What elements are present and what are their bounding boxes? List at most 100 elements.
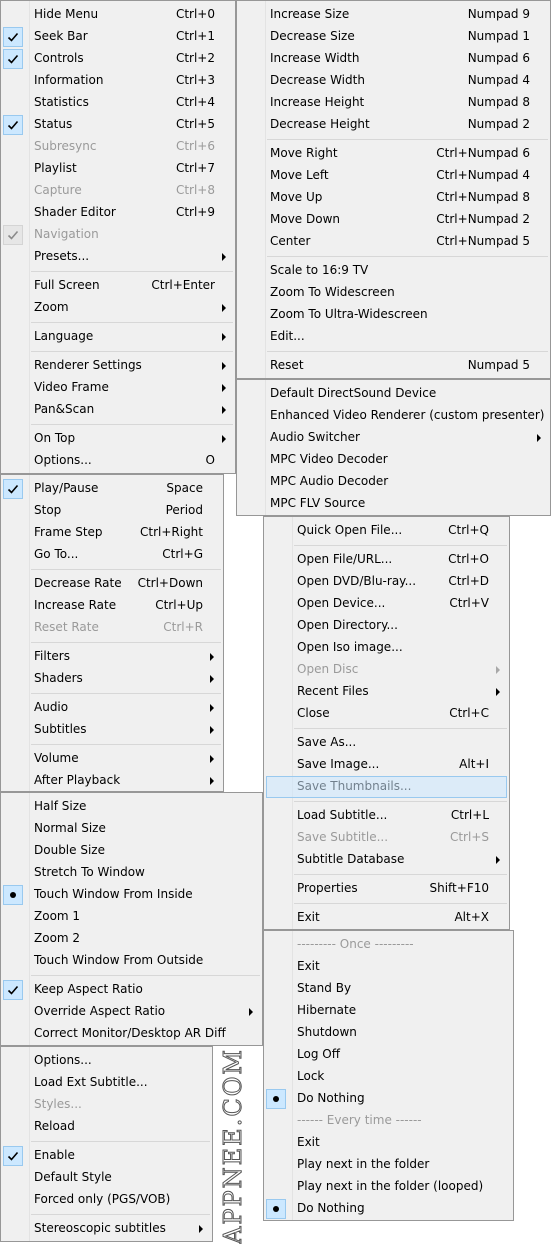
menu-item-forced-only-pgs-vob[interactable]: Forced only (PGS/VOB): [1, 1189, 212, 1211]
menu-item-exit[interactable]: Exit: [264, 1132, 513, 1154]
menu-item-properties[interactable]: Properties Shift+F10: [264, 878, 509, 900]
menu-item-stereoscopic-subtitles[interactable]: Stereoscopic subtitles: [1, 1218, 212, 1240]
menu-item-mpc-audio-decoder[interactable]: MPC Audio Decoder: [237, 471, 550, 493]
menu-item-move-right[interactable]: Move Right Ctrl+Numpad 6: [237, 143, 550, 165]
menu-item-normal-size[interactable]: Normal Size: [1, 818, 262, 840]
submenu-arrow-icon: [249, 1008, 253, 1016]
menu-item-renderer-settings[interactable]: Renderer Settings: [1, 355, 235, 377]
menu-item-exit[interactable]: Exit Alt+X: [264, 907, 509, 929]
menu-item-label: Play next in the folder: [297, 1157, 430, 1171]
menu-item-play-pause[interactable]: Play/Pause Space: [1, 478, 223, 500]
menu-item-default-style[interactable]: Default Style: [1, 1167, 212, 1189]
menu-item-open-device[interactable]: Open Device... Ctrl+V: [264, 593, 509, 615]
menu-item-decrease-height[interactable]: Decrease Height Numpad 2: [237, 114, 550, 136]
menu-item-open-iso-image[interactable]: Open Iso image...: [264, 637, 509, 659]
menu-item-default-directsound-device[interactable]: Default DirectSound Device: [237, 383, 550, 405]
menu-item-increase-width[interactable]: Increase Width Numpad 6: [237, 48, 550, 70]
menu-item-shaders[interactable]: Shaders: [1, 668, 223, 690]
menu-item-subtitles[interactable]: Subtitles: [1, 719, 223, 741]
menu-item-keep-aspect-ratio[interactable]: Keep Aspect Ratio: [1, 979, 262, 1001]
menu-item-volume[interactable]: Volume: [1, 748, 223, 770]
menu-item-hibernate[interactable]: Hibernate: [264, 1000, 513, 1022]
menu-item-reload[interactable]: Reload: [1, 1116, 212, 1138]
menu-item-options[interactable]: Options...: [1, 1050, 212, 1072]
menu-item-on-top[interactable]: On Top: [1, 428, 235, 450]
menu-item-override-aspect-ratio[interactable]: Override Aspect Ratio: [1, 1001, 262, 1023]
menu-item-move-up[interactable]: Move Up Ctrl+Numpad 8: [237, 187, 550, 209]
menu-item-audio-switcher[interactable]: Audio Switcher: [237, 427, 550, 449]
menu-item-information[interactable]: Information Ctrl+3: [1, 70, 235, 92]
menu-item-enhanced-video-renderer-custom-presenter[interactable]: Enhanced Video Renderer (custom presente…: [237, 405, 550, 427]
menu-item-move-down[interactable]: Move Down Ctrl+Numpad 2: [237, 209, 550, 231]
menu-item-load-ext-subtitle[interactable]: Load Ext Subtitle...: [1, 1072, 212, 1094]
menu-item-playlist[interactable]: Playlist Ctrl+7: [1, 158, 235, 180]
menu-item-full-screen[interactable]: Full Screen Ctrl+Enter: [1, 275, 235, 297]
menu-item-do-nothing[interactable]: Do Nothing: [264, 1198, 513, 1220]
menu-item-after-playback[interactable]: After Playback: [1, 770, 223, 791]
menu-item-controls[interactable]: Controls Ctrl+2: [1, 48, 235, 70]
menu-item-half-size[interactable]: Half Size: [1, 796, 262, 818]
menu-item-zoom-to-widescreen[interactable]: Zoom To Widescreen: [237, 282, 550, 304]
menu-item-double-size[interactable]: Double Size: [1, 840, 262, 862]
menu-item-close[interactable]: Close Ctrl+C: [264, 703, 509, 725]
menu-item-increase-rate[interactable]: Increase Rate Ctrl+Up: [1, 595, 223, 617]
menu-item-center[interactable]: Center Ctrl+Numpad 5: [237, 231, 550, 253]
menu-item-zoom[interactable]: Zoom: [1, 297, 235, 319]
menu-item-correct-monitor-desktop-ar-diff[interactable]: Correct Monitor/Desktop AR Diff: [1, 1023, 262, 1045]
menu-item-touch-window-from-inside[interactable]: Touch Window From Inside: [1, 884, 262, 906]
menu-item-statistics[interactable]: Statistics Ctrl+4: [1, 92, 235, 114]
menu-item-edit[interactable]: Edit...: [237, 326, 550, 348]
menu-item-filters[interactable]: Filters: [1, 646, 223, 668]
menu-item-open-directory[interactable]: Open Directory...: [264, 615, 509, 637]
menu-item-save-as[interactable]: Save As...: [264, 732, 509, 754]
menu-item-reset[interactable]: Reset Numpad 5: [237, 355, 550, 377]
menu-item-scale-to-16-9-tv[interactable]: Scale to 16:9 TV: [237, 260, 550, 282]
menu-item-audio[interactable]: Audio: [1, 697, 223, 719]
menu-item-zoom-1[interactable]: Zoom 1: [1, 906, 262, 928]
menu-item-play-next-in-the-folder-looped[interactable]: Play next in the folder (looped): [264, 1176, 513, 1198]
menu-item-mpc-flv-source[interactable]: MPC FLV Source: [237, 493, 550, 515]
menu-item-mpc-video-decoder[interactable]: MPC Video Decoder: [237, 449, 550, 471]
menu-item-increase-size[interactable]: Increase Size Numpad 9: [237, 4, 550, 26]
menu-item-subtitle-database[interactable]: Subtitle Database: [264, 849, 509, 871]
menu-item-stand-by[interactable]: Stand By: [264, 978, 513, 1000]
menu-item-shader-editor[interactable]: Shader Editor Ctrl+9: [1, 202, 235, 224]
menu-item-stretch-to-window[interactable]: Stretch To Window: [1, 862, 262, 884]
menu-item-open-file-url[interactable]: Open File/URL... Ctrl+O: [264, 549, 509, 571]
menu-item-load-subtitle[interactable]: Load Subtitle... Ctrl+L: [264, 805, 509, 827]
menu-item-move-left[interactable]: Move Left Ctrl+Numpad 4: [237, 165, 550, 187]
menu-item-do-nothing[interactable]: Do Nothing: [264, 1088, 513, 1110]
menu-item-go-to[interactable]: Go To... Ctrl+G: [1, 544, 223, 566]
menu-item-seek-bar[interactable]: Seek Bar Ctrl+1: [1, 26, 235, 48]
menu-item-recent-files[interactable]: Recent Files: [264, 681, 509, 703]
menu-item-lock[interactable]: Lock: [264, 1066, 513, 1088]
menu-item-zoom-to-ultra-widescreen[interactable]: Zoom To Ultra-Widescreen: [237, 304, 550, 326]
menu-item-decrease-size[interactable]: Decrease Size Numpad 1: [237, 26, 550, 48]
menu-item-decrease-width[interactable]: Decrease Width Numpad 4: [237, 70, 550, 92]
menu-item-shutdown[interactable]: Shutdown: [264, 1022, 513, 1044]
menu-item-quick-open-file[interactable]: Quick Open File... Ctrl+Q: [264, 520, 509, 542]
menu-item-increase-height[interactable]: Increase Height Numpad 8: [237, 92, 550, 114]
menu-item-frame-step[interactable]: Frame Step Ctrl+Right: [1, 522, 223, 544]
menu-item-options[interactable]: Options... O: [1, 450, 235, 472]
menu-item-video-frame[interactable]: Video Frame: [1, 377, 235, 399]
menu-item-open-dvd-blu-ray[interactable]: Open DVD/Blu-ray... Ctrl+D: [264, 571, 509, 593]
menu-item-stop[interactable]: Stop Period: [1, 500, 223, 522]
menu-item-presets[interactable]: Presets...: [1, 246, 235, 268]
menu-item-language[interactable]: Language: [1, 326, 235, 348]
menu-item-save-thumbnails[interactable]: Save Thumbnails...: [264, 776, 509, 798]
menu-item-label: Playlist: [34, 161, 77, 175]
menu-item-touch-window-from-outside[interactable]: Touch Window From Outside: [1, 950, 262, 972]
menu-item-play-next-in-the-folder[interactable]: Play next in the folder: [264, 1154, 513, 1176]
menu-item-decrease-rate[interactable]: Decrease Rate Ctrl+Down: [1, 573, 223, 595]
checkmark-icon: [3, 479, 23, 499]
menu-item-save-image[interactable]: Save Image... Alt+I: [264, 754, 509, 776]
menu-item-exit[interactable]: Exit: [264, 956, 513, 978]
menu-item-label: Seek Bar: [34, 29, 88, 43]
menu-item-enable[interactable]: Enable: [1, 1145, 212, 1167]
menu-item-zoom-2[interactable]: Zoom 2: [1, 928, 262, 950]
menu-item-hide-menu[interactable]: Hide Menu Ctrl+0: [1, 4, 235, 26]
menu-item-status[interactable]: Status Ctrl+5: [1, 114, 235, 136]
menu-item-log-off[interactable]: Log Off: [264, 1044, 513, 1066]
menu-item-pan-scan[interactable]: Pan&Scan: [1, 399, 235, 421]
